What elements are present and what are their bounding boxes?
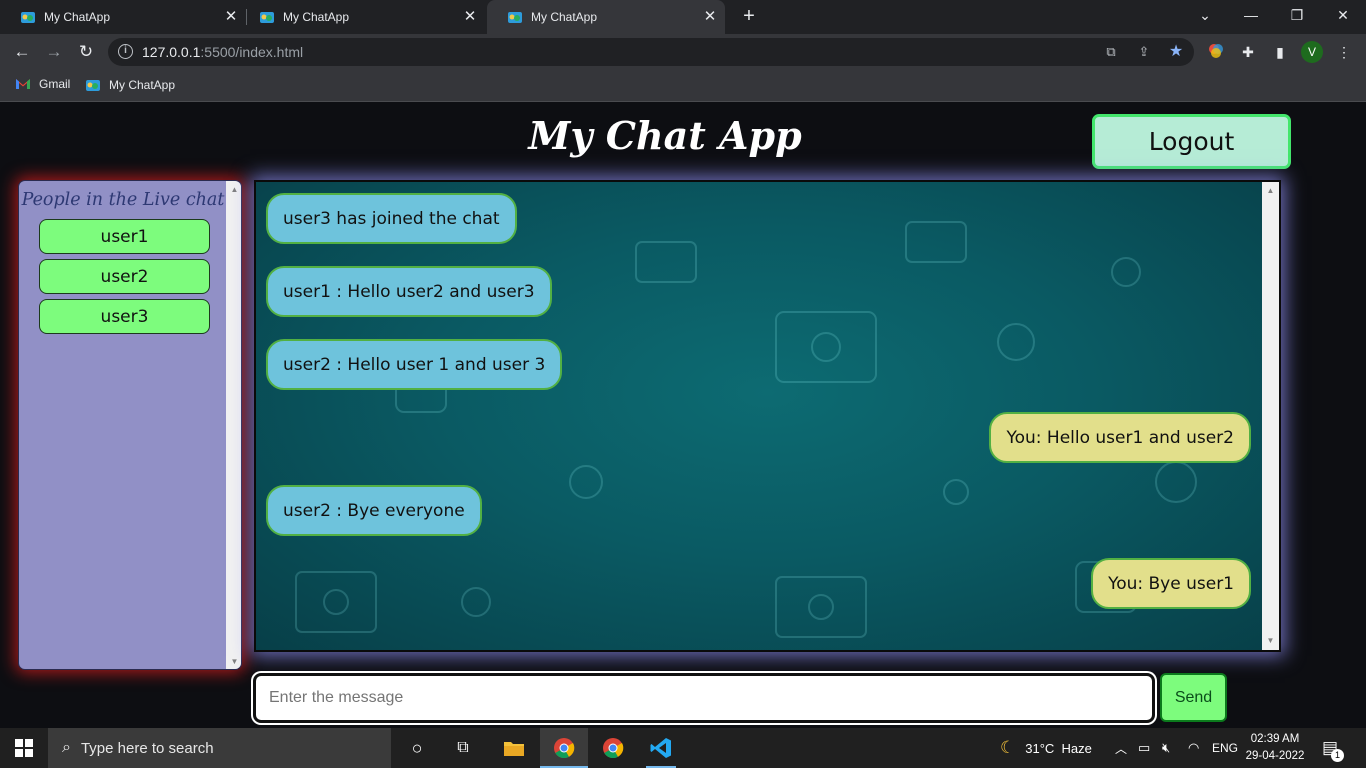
message-input[interactable] xyxy=(256,676,1152,720)
chat-message-incoming: user2 : Bye everyone xyxy=(266,485,482,536)
bookmark-label: Gmail xyxy=(39,77,71,91)
chat-messages-area: user3 has joined the chat user1 : Hello … xyxy=(254,180,1281,652)
close-window-icon[interactable]: ✕ xyxy=(1320,0,1366,30)
file-explorer-icon[interactable] xyxy=(491,728,537,768)
user-list-item[interactable]: user3 xyxy=(39,299,210,334)
chat-message-outgoing: You: Bye user1 xyxy=(1091,558,1251,609)
scroll-down-arrow-icon[interactable]: ▼ xyxy=(226,655,241,669)
speaker-muted-icon[interactable]: 🔇︎ xyxy=(1162,728,1170,768)
chat-message-outgoing: You: Hello user1 and user2 xyxy=(989,412,1251,463)
logout-button[interactable]: Logout xyxy=(1092,114,1291,169)
browser-tabstrip: My ChatApp ✕ My ChatApp ✕ My ChatApp ✕ +… xyxy=(0,0,1366,34)
reload-icon[interactable]: ↻ xyxy=(74,40,98,64)
site-info-icon[interactable]: i xyxy=(118,44,133,59)
tab-search-chevron-icon[interactable]: ⌄ xyxy=(1182,0,1228,30)
chat-message-incoming: user1 : Hello user2 and user3 xyxy=(266,266,552,317)
chatapp-favicon xyxy=(85,77,101,93)
chat-message-incoming: user2 : Hello user 1 and user 3 xyxy=(266,339,563,390)
clock-date: 29-04-2022 xyxy=(1245,750,1305,762)
people-scrollbar[interactable]: ▲ ▼ xyxy=(226,181,241,669)
back-arrow-icon[interactable]: ← xyxy=(10,40,34,64)
chat-message-incoming: user3 has joined the chat xyxy=(266,193,517,244)
restore-icon[interactable]: ❐ xyxy=(1274,0,1320,30)
chat-scrollbar[interactable]: ▲ ▼ xyxy=(1262,182,1279,650)
bookmark-label: My ChatApp xyxy=(109,78,176,92)
close-tab-icon[interactable]: ✕ xyxy=(461,8,479,26)
user-list-item[interactable]: user2 xyxy=(39,259,210,294)
people-panel: People in the Live chat user1 user2 user… xyxy=(18,180,242,670)
side-panel-icon[interactable]: ▮ xyxy=(1270,42,1290,62)
url-host: 127.0.0.1 xyxy=(142,44,201,60)
bookmark-my-chatapp[interactable]: My ChatApp xyxy=(85,77,175,93)
weather-widget[interactable]: ☾ 31°C Haze xyxy=(1000,728,1092,768)
chrome-taskbar-icon-active[interactable] xyxy=(540,728,588,768)
send-button[interactable]: Send xyxy=(1160,673,1227,722)
translate-icon[interactable]: ⧉ xyxy=(1102,43,1120,61)
gmail-icon xyxy=(15,78,31,90)
new-tab-icon[interactable]: + xyxy=(738,6,760,28)
chatapp-favicon xyxy=(259,9,275,25)
battery-icon[interactable]: ▭ xyxy=(1138,728,1150,768)
chatapp-favicon xyxy=(20,9,36,25)
weather-text: 31°C Haze xyxy=(1025,740,1092,756)
people-panel-title: People in the Live chat xyxy=(21,190,225,210)
scroll-up-arrow-icon[interactable]: ▲ xyxy=(226,183,241,197)
url-path: :5500/index.html xyxy=(200,44,304,60)
close-tab-icon[interactable]: ✕ xyxy=(222,8,240,26)
share-icon[interactable]: ⇪ xyxy=(1135,43,1153,61)
chrome-taskbar-icon[interactable] xyxy=(590,728,636,768)
tray-overflow-chevron-icon[interactable]: ︿ xyxy=(1115,728,1127,768)
browser-tab-3-active[interactable]: My ChatApp ✕ xyxy=(487,0,725,34)
system-clock[interactable]: 02:39 AM 29-04-2022 xyxy=(1244,731,1306,765)
color-extension-icon[interactable] xyxy=(1206,42,1226,62)
windows-taskbar: ⌕ Type here to search ○ ⧉ ☾ 31°C Haze ︿ … xyxy=(0,728,1366,768)
tab-title: My ChatApp xyxy=(531,10,598,24)
bookmark-gmail[interactable]: Gmail xyxy=(15,77,70,91)
url-text: 127.0.0.1:5500/index.html xyxy=(142,44,303,60)
moon-haze-icon: ☾ xyxy=(1000,738,1016,757)
chatapp-favicon xyxy=(507,9,523,25)
notification-center-icon[interactable]: ▤ 1 xyxy=(1322,728,1345,768)
windows-start-icon[interactable] xyxy=(0,728,48,768)
search-icon: ⌕ xyxy=(62,739,71,756)
extensions-puzzle-icon[interactable]: ✚ xyxy=(1238,42,1258,62)
browser-menu-icon[interactable]: ⋮ xyxy=(1334,42,1354,62)
profile-avatar[interactable]: V xyxy=(1301,41,1323,63)
bookmark-star-icon[interactable]: ★ xyxy=(1167,43,1185,61)
clock-time: 02:39 AM xyxy=(1250,733,1300,745)
language-indicator[interactable]: ENG xyxy=(1212,728,1238,768)
chat-app-page: My Chat App Logout People in the Live ch… xyxy=(0,103,1366,727)
tab-title: My ChatApp xyxy=(283,10,350,24)
taskbar-search-box[interactable]: ⌕ Type here to search xyxy=(48,728,391,768)
user-list-item[interactable]: user1 xyxy=(39,219,210,254)
browser-toolbar: ← → ↻ i 127.0.0.1:5500/index.html ⧉ ⇪ ★ … xyxy=(0,34,1366,70)
task-view-icon[interactable]: ⧉ xyxy=(441,728,485,768)
bookmarks-bar: Gmail My ChatApp xyxy=(0,70,1366,102)
minimize-icon[interactable]: — xyxy=(1228,0,1274,30)
browser-tab-2[interactable]: My ChatApp ✕ xyxy=(239,0,485,34)
browser-tab-1[interactable]: My ChatApp ✕ xyxy=(0,0,246,34)
tab-title: My ChatApp xyxy=(44,10,111,24)
forward-arrow-icon[interactable]: → xyxy=(42,40,66,64)
wifi-icon[interactable]: ◠ xyxy=(1188,728,1199,768)
scroll-up-arrow-icon[interactable]: ▲ xyxy=(1262,184,1279,198)
scroll-down-arrow-icon[interactable]: ▼ xyxy=(1262,634,1279,648)
close-tab-icon[interactable]: ✕ xyxy=(701,8,719,26)
notification-count-badge: 1 xyxy=(1331,749,1345,762)
vscode-icon[interactable] xyxy=(638,728,684,768)
message-input-wrapper xyxy=(253,673,1155,723)
taskbar-search-placeholder: Type here to search xyxy=(80,739,214,757)
cortana-circle-icon[interactable]: ○ xyxy=(395,728,439,768)
address-bar[interactable]: i 127.0.0.1:5500/index.html ⧉ ⇪ ★ xyxy=(108,38,1194,66)
